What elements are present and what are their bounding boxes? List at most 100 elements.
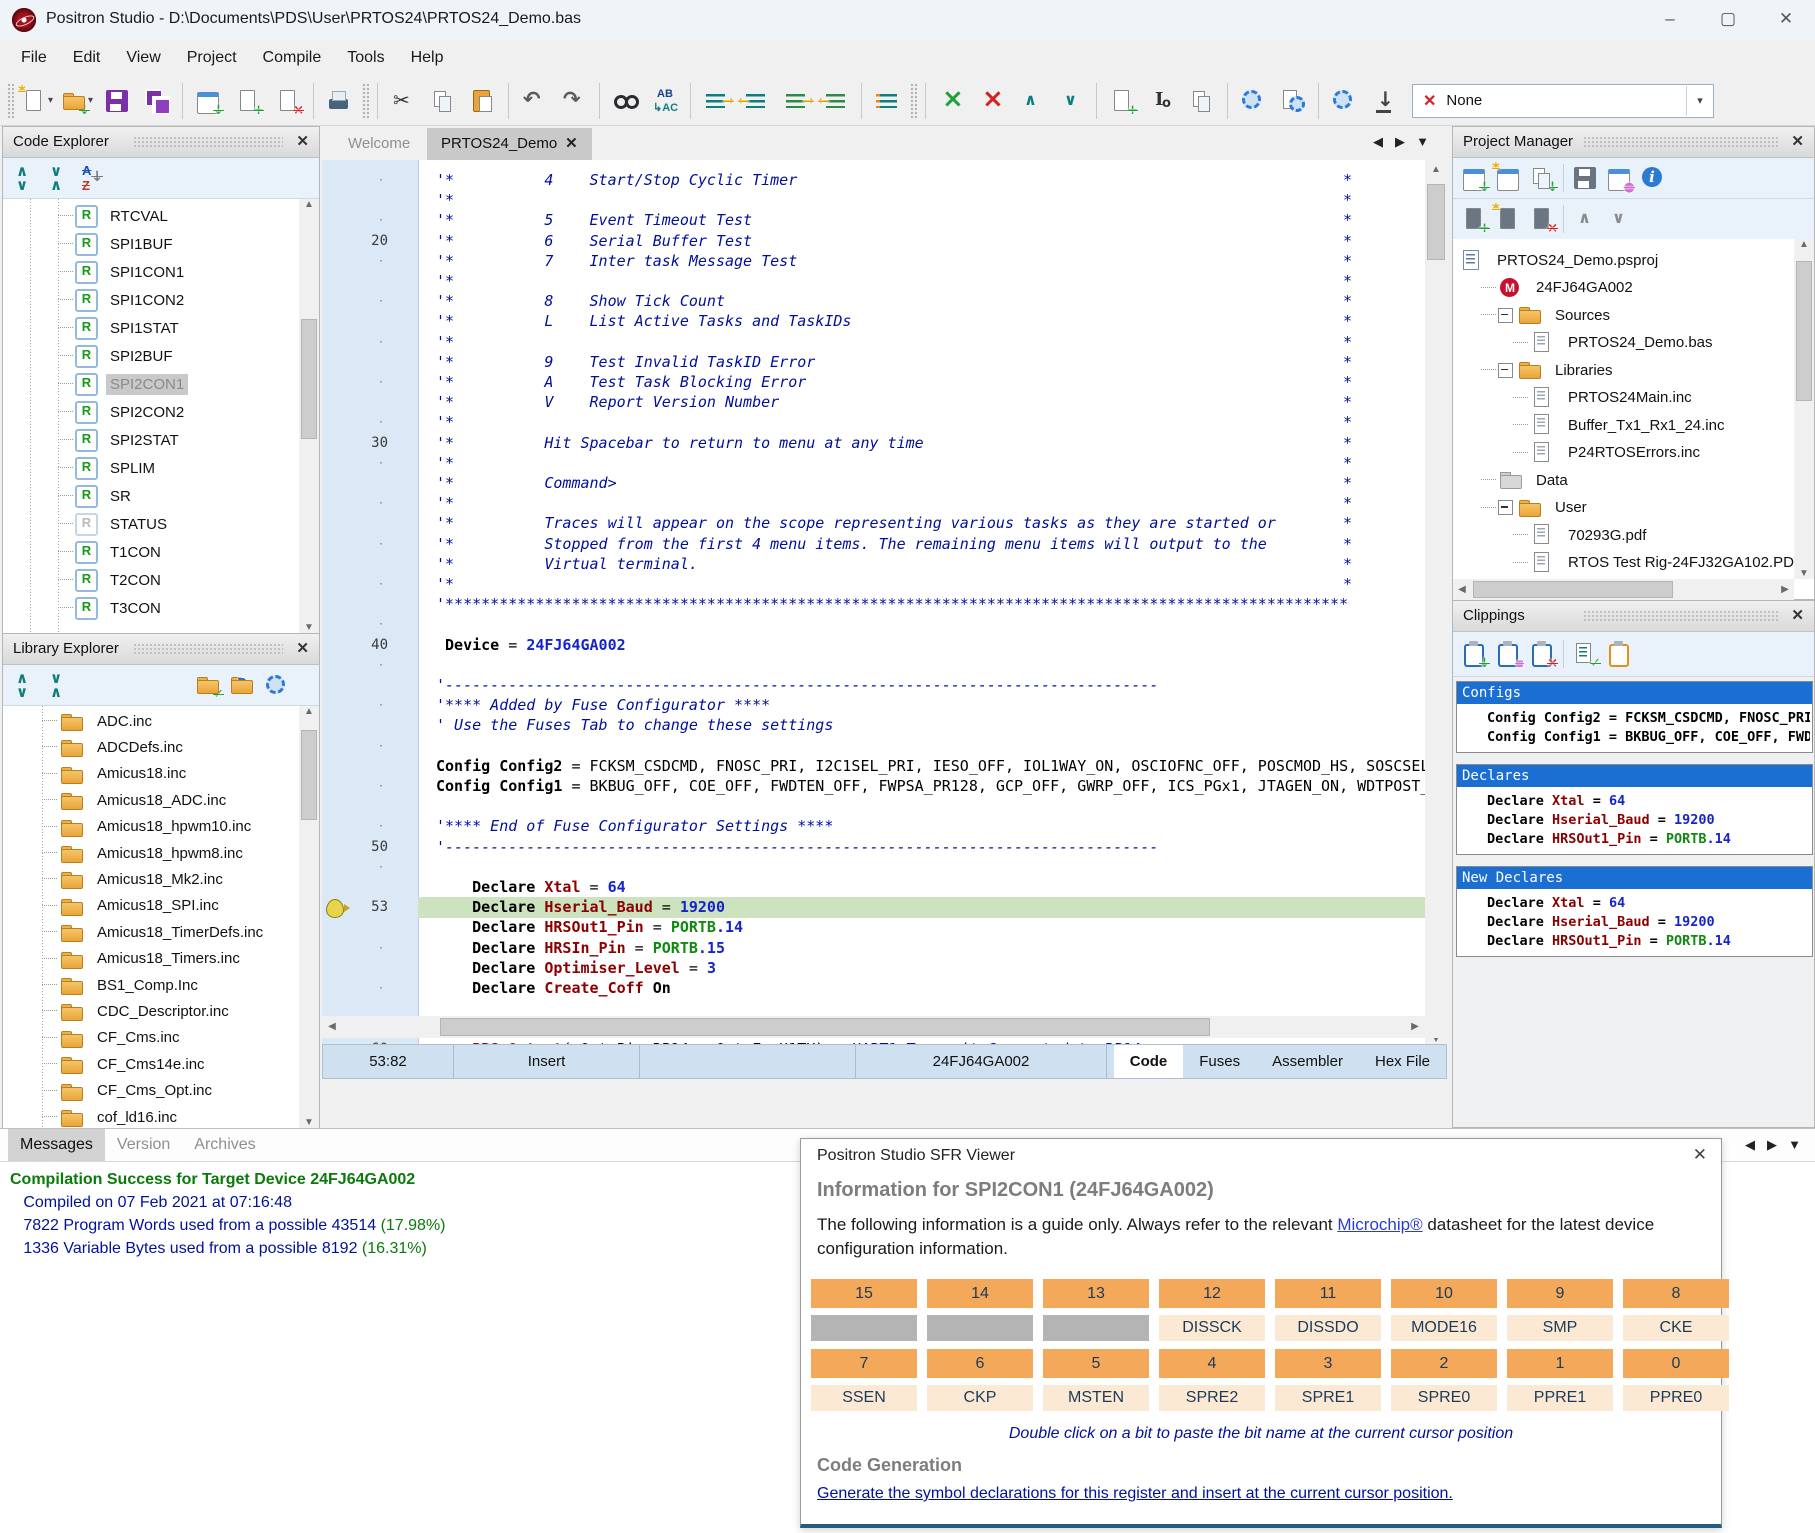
- expand-all-button[interactable]: [7, 160, 41, 196]
- tree-item-status[interactable]: RSTATUS: [3, 511, 319, 537]
- outdent-button[interactable]: ←: [736, 80, 776, 122]
- library-item[interactable]: Amicus18_Mk2.inc: [3, 866, 319, 892]
- close-icon[interactable]: ✕: [1791, 127, 1804, 157]
- new-project-button[interactable]: *: [1491, 160, 1525, 196]
- copy-macro-button[interactable]: [1182, 80, 1222, 122]
- undo-button[interactable]: [514, 80, 554, 122]
- print-button[interactable]: [319, 80, 359, 122]
- minimize-button[interactable]: –: [1641, 0, 1699, 38]
- sfr-bit-3[interactable]: 3: [1275, 1349, 1381, 1378]
- save-button[interactable]: [97, 80, 137, 122]
- bookmark-icon[interactable]: [326, 899, 344, 918]
- library-item[interactable]: Amicus18_ADC.inc: [3, 787, 319, 813]
- project-info-button[interactable]: [1636, 160, 1670, 196]
- tree-item-spi2buf[interactable]: RSPI2BUF: [3, 343, 319, 369]
- project-tree-item[interactable]: Libraries: [1481, 357, 1617, 383]
- sfr-bit-spre1[interactable]: SPRE1: [1275, 1385, 1381, 1411]
- tree-item-t1con[interactable]: RT1CON: [3, 539, 319, 565]
- library-item[interactable]: Amicus18_hpwm8.inc: [3, 840, 319, 866]
- library-item[interactable]: CF_Cms14e.inc: [3, 1051, 319, 1077]
- clipping-group-configs[interactable]: ConfigsConfig Config2 = FCKSM_CSDCMD, FN…: [1456, 681, 1813, 753]
- add-file-button[interactable]: +: [1457, 201, 1491, 237]
- microchip-link[interactable]: Microchip®: [1337, 1215, 1422, 1234]
- sfr-bit-15[interactable]: 15: [811, 1279, 917, 1308]
- sfr-bit-dissdo[interactable]: DISSDO: [1275, 1315, 1381, 1341]
- library-item[interactable]: Amicus18_Timers.inc: [3, 946, 319, 972]
- library-item[interactable]: Amicus18.inc: [3, 761, 319, 787]
- sfr-bit-dissck[interactable]: DISSCK: [1159, 1315, 1265, 1341]
- tree-item-rtcval[interactable]: RRTCVAL: [3, 203, 319, 229]
- collapse-expander-icon[interactable]: [1498, 308, 1513, 323]
- verify-clipping-button[interactable]: ✓: [1568, 636, 1602, 672]
- close-icon[interactable]: ✕: [1693, 1145, 1707, 1165]
- add-bookmark-button[interactable]: [931, 80, 971, 122]
- sfr-bit-9[interactable]: 9: [1507, 1279, 1613, 1308]
- sfr-bit-ppre1[interactable]: PPRE1: [1507, 1385, 1613, 1411]
- sfr-bit-5[interactable]: 5: [1043, 1349, 1149, 1378]
- messages-tab-messages[interactable]: Messages: [8, 1129, 105, 1161]
- messages-tab-archives[interactable]: Archives: [182, 1129, 267, 1161]
- project-tree-item[interactable]: Buffer_Tx1_Rx1_24.inc: [1513, 412, 1728, 438]
- sfr-bit-14[interactable]: 14: [927, 1279, 1033, 1308]
- sfr-bit-13[interactable]: 13: [1043, 1279, 1149, 1308]
- validate-library-button[interactable]: ✓: [191, 667, 225, 703]
- project-manager-vertical-scrollbar[interactable]: ▲▼: [1794, 239, 1814, 579]
- close-icon[interactable]: ✕: [296, 127, 309, 157]
- sfr-bit-7[interactable]: 7: [811, 1349, 917, 1378]
- sfr-bit-spre2[interactable]: SPRE2: [1159, 1385, 1265, 1411]
- sfr-bit-ssen[interactable]: SSEN: [811, 1385, 917, 1411]
- close-icon[interactable]: ✕: [296, 634, 309, 664]
- clipboard-button[interactable]: [1602, 636, 1636, 672]
- tree-item-spi1con2[interactable]: RSPI1CON2: [3, 287, 319, 313]
- collapse-all-button[interactable]: [41, 667, 75, 703]
- project-tree-item[interactable]: RTOS Test Rig-24FJ32GA102.PDF: [1513, 550, 1794, 576]
- programmer-combo[interactable]: ✕None▾: [1412, 84, 1714, 118]
- editor-horizontal-scrollbar[interactable]: ◀ ▶: [322, 1016, 1447, 1038]
- new-file-button[interactable]: *▾: [17, 80, 57, 122]
- tree-item-t3con[interactable]: RT3CON: [3, 595, 319, 621]
- expand-all-button[interactable]: [7, 667, 41, 703]
- tree-item-spi1con1[interactable]: RSPI1CON1: [3, 259, 319, 285]
- compile-program-button[interactable]: [1324, 80, 1364, 122]
- tab-prtos24_demo[interactable]: PRTOS24_Demo✕: [427, 128, 592, 160]
- remove-file-button[interactable]: ×: [1525, 201, 1559, 237]
- sfr-bit-0[interactable]: 0: [1623, 1349, 1729, 1378]
- clear-icon[interactable]: ✕: [1423, 91, 1436, 111]
- project-tree-item[interactable]: 70293G.pdf: [1513, 522, 1650, 548]
- sfr-bit-6[interactable]: 6: [927, 1349, 1033, 1378]
- project-tree-item[interactable]: P24RTOSErrors.inc: [1513, 440, 1704, 466]
- save-project-button[interactable]: [1568, 160, 1602, 196]
- view-tab-fuses[interactable]: Fuses: [1183, 1045, 1256, 1078]
- library-explorer-scrollbar[interactable]: ▲▼: [299, 706, 319, 1128]
- next-bookmark-button[interactable]: [1051, 80, 1091, 122]
- clipping-group-new-declares[interactable]: New DeclaresDeclare Xtal = 64Declare Hse…: [1456, 866, 1813, 957]
- sfr-bit-11[interactable]: 11: [1275, 1279, 1381, 1308]
- sfr-bit-cke[interactable]: CKE: [1623, 1315, 1729, 1341]
- menu-edit[interactable]: Edit: [60, 41, 114, 75]
- close-window-button[interactable]: ↓: [188, 80, 228, 122]
- sfr-bit-mode16[interactable]: MODE16: [1391, 1315, 1497, 1341]
- tab-scroll-left-icon[interactable]: ◀: [1373, 134, 1383, 150]
- project-tree-item[interactable]: 24FJ64GA002: [1481, 275, 1637, 301]
- sfr-bit-ckp[interactable]: CKP: [927, 1385, 1033, 1411]
- sfr-bit-8[interactable]: 8: [1623, 1279, 1729, 1308]
- paste-clipping-button[interactable]: ↓: [1457, 636, 1491, 672]
- tab-list-icon[interactable]: ▼: [1416, 134, 1429, 149]
- new-macro-button[interactable]: +: [1102, 80, 1142, 122]
- project-tree-item[interactable]: User: [1481, 495, 1591, 521]
- view-tab-hex-file[interactable]: Hex File: [1359, 1045, 1446, 1078]
- remove-bookmark-button[interactable]: [971, 80, 1011, 122]
- library-item[interactable]: ADCDefs.inc: [3, 734, 319, 760]
- compile-button[interactable]: [1233, 80, 1273, 122]
- chevron-down-icon[interactable]: ▾: [1686, 86, 1713, 116]
- sfr-bit-smp[interactable]: SMP: [1507, 1315, 1613, 1341]
- sfr-bit-ppre0[interactable]: PPRE0: [1623, 1385, 1729, 1411]
- save-clipping-button[interactable]: ▪: [1491, 636, 1525, 672]
- code-explorer-scrollbar[interactable]: ▲▼: [299, 199, 319, 633]
- editor-vertical-scrollbar[interactable]: ▲ ▼: [1425, 160, 1447, 1050]
- view-tab-code[interactable]: Code: [1114, 1045, 1184, 1078]
- messages-tab-version[interactable]: Version: [105, 1129, 182, 1161]
- indent-button[interactable]: →: [696, 80, 736, 122]
- close-icon[interactable]: ✕: [565, 135, 578, 152]
- remove-page-button[interactable]: ×: [268, 80, 308, 122]
